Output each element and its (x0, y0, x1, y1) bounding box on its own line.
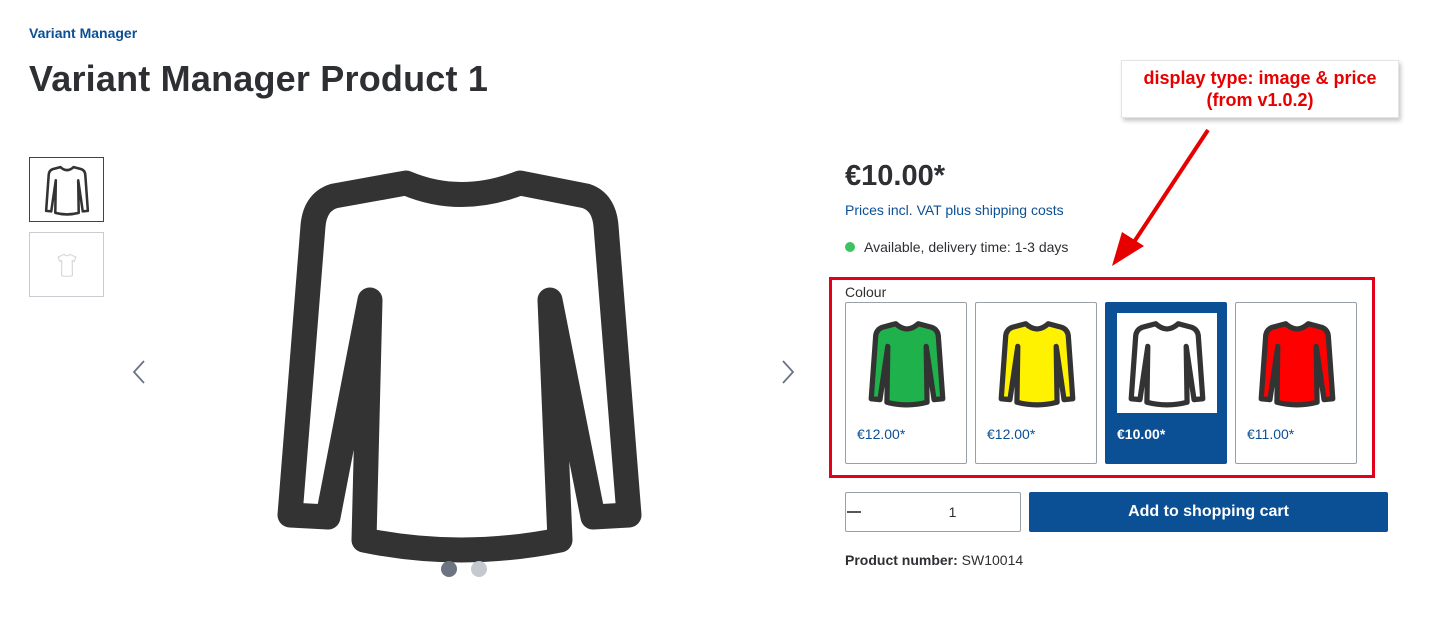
product-price: €10.00* (845, 160, 945, 192)
annotation-arrow-icon (1112, 128, 1210, 266)
gallery-dot-1[interactable] (441, 561, 457, 577)
variant-option-green[interactable]: €12.00* (845, 302, 967, 464)
variant-price: €11.00* (1247, 426, 1295, 442)
breadcrumb-link[interactable]: Variant Manager (29, 25, 137, 41)
chevron-right-icon (782, 360, 795, 384)
annotation-line-1: display type: image & price (1143, 68, 1377, 88)
chevron-left-icon (132, 360, 145, 384)
variant-option-white[interactable]: €10.00* (1105, 302, 1227, 464)
add-to-cart-button[interactable]: Add to shopping cart (1029, 492, 1388, 532)
product-number-label: Product number: (845, 552, 958, 568)
quantity-stepper (845, 492, 1058, 532)
product-number-value: SW10014 (961, 552, 1024, 568)
variant-image (1117, 313, 1217, 413)
quantity-decrease-button[interactable] (846, 493, 862, 531)
white-shirt-icon (1128, 321, 1206, 408)
variant-option-yellow[interactable]: €12.00* (975, 302, 1097, 464)
green-shirt-icon (868, 321, 946, 408)
variant-image (857, 313, 957, 413)
red-shirt-icon (1258, 321, 1336, 408)
annotation-callout: display type: image & price (from v1.0.2… (1121, 60, 1399, 118)
colour-label: Colour (845, 284, 887, 300)
product-number: Product number: SW10014 (845, 552, 1023, 568)
annotation-line-2: (from v1.0.2) (1206, 90, 1314, 110)
yellow-shirt-icon (998, 321, 1076, 408)
gallery-dot-2[interactable] (471, 561, 487, 577)
minus-icon (847, 511, 861, 513)
tax-shipping-link[interactable]: Prices incl. VAT plus shipping costs (845, 202, 1064, 218)
availability-text: Available, delivery time: 1-3 days (864, 239, 1069, 255)
gallery-prev-button[interactable] (127, 358, 151, 386)
page-title: Variant Manager Product 1 (29, 58, 489, 99)
thumbnail-1[interactable] (29, 157, 104, 222)
availability-status-dot (845, 242, 855, 252)
variant-price: €12.00* (987, 426, 1036, 442)
gallery-next-button[interactable] (776, 358, 800, 386)
availability-info: Available, delivery time: 1-3 days (845, 239, 1068, 255)
quantity-input[interactable] (862, 493, 1043, 531)
variant-price: €10.00* (1117, 426, 1166, 442)
variant-image (1247, 313, 1347, 413)
main-product-image (268, 170, 653, 570)
variant-option-red[interactable]: €11.00* (1235, 302, 1357, 464)
long-sleeve-shirt-icon (277, 170, 642, 563)
shirt-thumbnail-icon (44, 165, 89, 216)
variant-price: €12.00* (857, 426, 906, 442)
shirt-thumbnail-icon (56, 253, 77, 277)
thumbnail-2[interactable] (29, 232, 104, 297)
variant-image (987, 313, 1087, 413)
